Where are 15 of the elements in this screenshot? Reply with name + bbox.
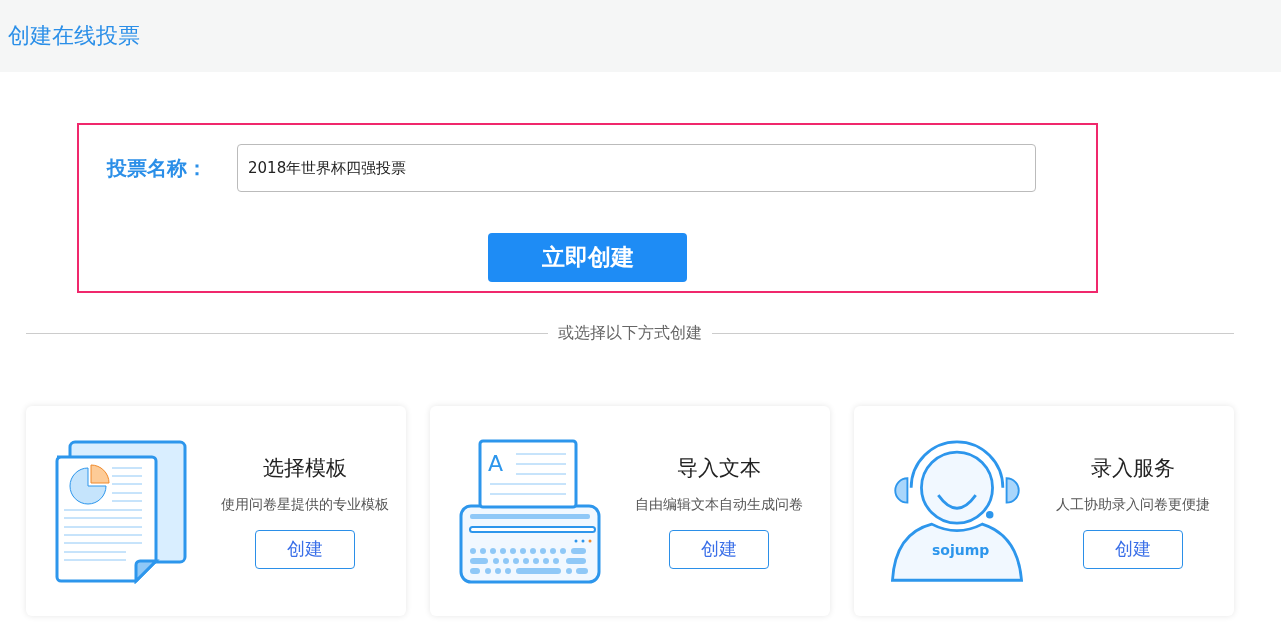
logo-text: sojump: [932, 542, 990, 557]
vote-name-field[interactable]: 2018年世界杯四强投票: [237, 144, 1036, 192]
create-now-button[interactable]: 立即创建: [488, 233, 687, 282]
create-button[interactable]: 创建: [1083, 529, 1183, 569]
create-button[interactable]: 创建: [669, 529, 769, 569]
create-button[interactable]: 创建: [255, 529, 355, 569]
card-title: 录入服务: [1091, 454, 1175, 482]
field-label: 投票名称：: [107, 154, 208, 182]
card-title: 选择模板: [263, 454, 347, 482]
card-description: 人工协助录入问卷更便捷: [1056, 495, 1210, 514]
divider-text: 或选择以下方式创建: [558, 323, 702, 344]
page-title: 创建在线投票: [8, 22, 140, 50]
card-description: 自由编辑文本自动生成问卷: [635, 495, 803, 514]
card-description: 使用问卷星提供的专业模板: [221, 495, 389, 514]
card-title: 导入文本: [677, 454, 761, 482]
